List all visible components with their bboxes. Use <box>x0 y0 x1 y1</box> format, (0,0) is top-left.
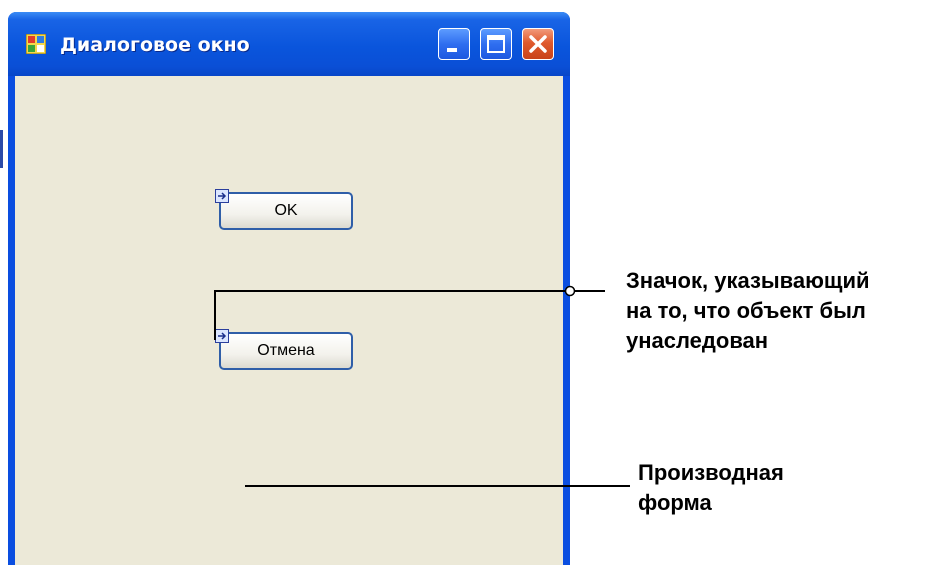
window-title: Диалоговое окно <box>60 34 250 56</box>
inherited-object-icon <box>215 189 229 203</box>
form-client-area: OK Отмена <box>15 76 563 565</box>
app-window-icon <box>26 34 46 54</box>
derived-form-annotation: Производная форма <box>638 460 784 515</box>
cancel-button[interactable]: Отмена <box>219 332 353 370</box>
title-bar[interactable]: Диалоговое окно <box>8 12 570 76</box>
maximize-icon <box>487 35 505 53</box>
left-edge-mark <box>0 130 3 168</box>
inherit-icon-annotation: Значок, указывающий на то, что объект бы… <box>626 268 870 353</box>
minimize-icon <box>447 48 457 52</box>
maximize-button[interactable] <box>480 28 512 60</box>
close-icon <box>529 35 547 53</box>
inherited-object-icon <box>215 329 229 343</box>
minimize-button[interactable] <box>438 28 470 60</box>
dialog-window: Диалоговое окно OK Отмена <box>8 12 570 565</box>
ok-button[interactable]: OK <box>219 192 353 230</box>
close-button[interactable] <box>522 28 554 60</box>
